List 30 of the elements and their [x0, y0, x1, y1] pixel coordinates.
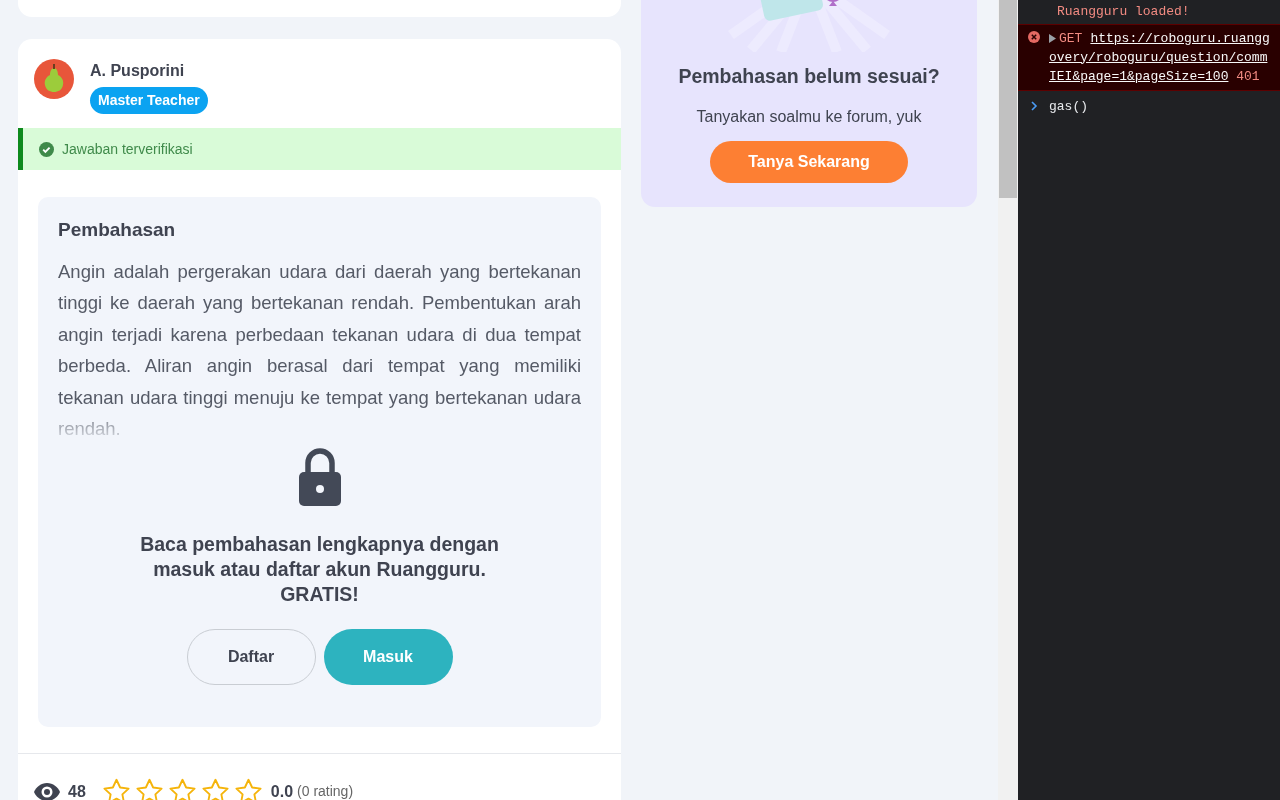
- prompt-chevron-icon: [1031, 101, 1038, 112]
- avatar: [34, 59, 74, 99]
- request-url[interactable]: https://roboguru.ruangg: [1090, 28, 1270, 48]
- scrollbar[interactable]: [998, 0, 1018, 800]
- role-badge: Master Teacher: [90, 87, 208, 114]
- verified-label: Jawaban terverifikasi: [62, 139, 193, 159]
- rating-value: 0.0: [270, 781, 294, 800]
- help-subtitle: Tanyakan soalmu ke forum, yuk: [696, 107, 922, 128]
- star-icon[interactable]: [167, 778, 197, 800]
- star-icon[interactable]: [200, 778, 230, 800]
- lock-icon: [298, 445, 341, 506]
- rating-count: (0 rating): [297, 782, 354, 800]
- expand-triangle-icon[interactable]: [1049, 33, 1056, 43]
- view-count: 48: [68, 781, 86, 800]
- explanation-text: Angin adalah pergerakan udara dari daerah yang bertekanan tinggi ke daerah yang bertekanan rendah. Pembentukan arah angin terjadi karena perbedaan tekanan udara di dua tempat berbeda. Aliran angin berasal dari tempat yang memiliki tekanan udara tinggi menuju ke tempat yang bertekanan udara rendah.: [58, 259, 581, 438]
- star-icon[interactable]: [233, 778, 263, 800]
- lock-message: Baca pembahasan lengkapnya dengan masuk atau daftar akun Ruangguru. GRATIS!: [139, 531, 500, 607]
- section-title: Pembahasan: [58, 219, 177, 242]
- status-code: 401: [1236, 68, 1260, 84]
- scrollbar-thumb[interactable]: [999, 0, 1017, 198]
- console-log-line: Ruangguru loaded!: [1056, 3, 1191, 21]
- error-icon: [1028, 30, 1040, 43]
- help-title: Pembahasan belum sesuai?: [678, 64, 940, 89]
- request-url[interactable]: overy/roboguru/question/comm: [1049, 49, 1268, 65]
- author-name: A. Pusporini: [90, 61, 186, 81]
- star-icon[interactable]: [134, 778, 164, 800]
- console-input[interactable]: gas(): [1049, 96, 1088, 116]
- request-method: GET: [1059, 29, 1083, 48]
- star-icon[interactable]: [101, 778, 131, 800]
- request-url[interactable]: IEI&page=1&pageSize=100: [1049, 68, 1229, 84]
